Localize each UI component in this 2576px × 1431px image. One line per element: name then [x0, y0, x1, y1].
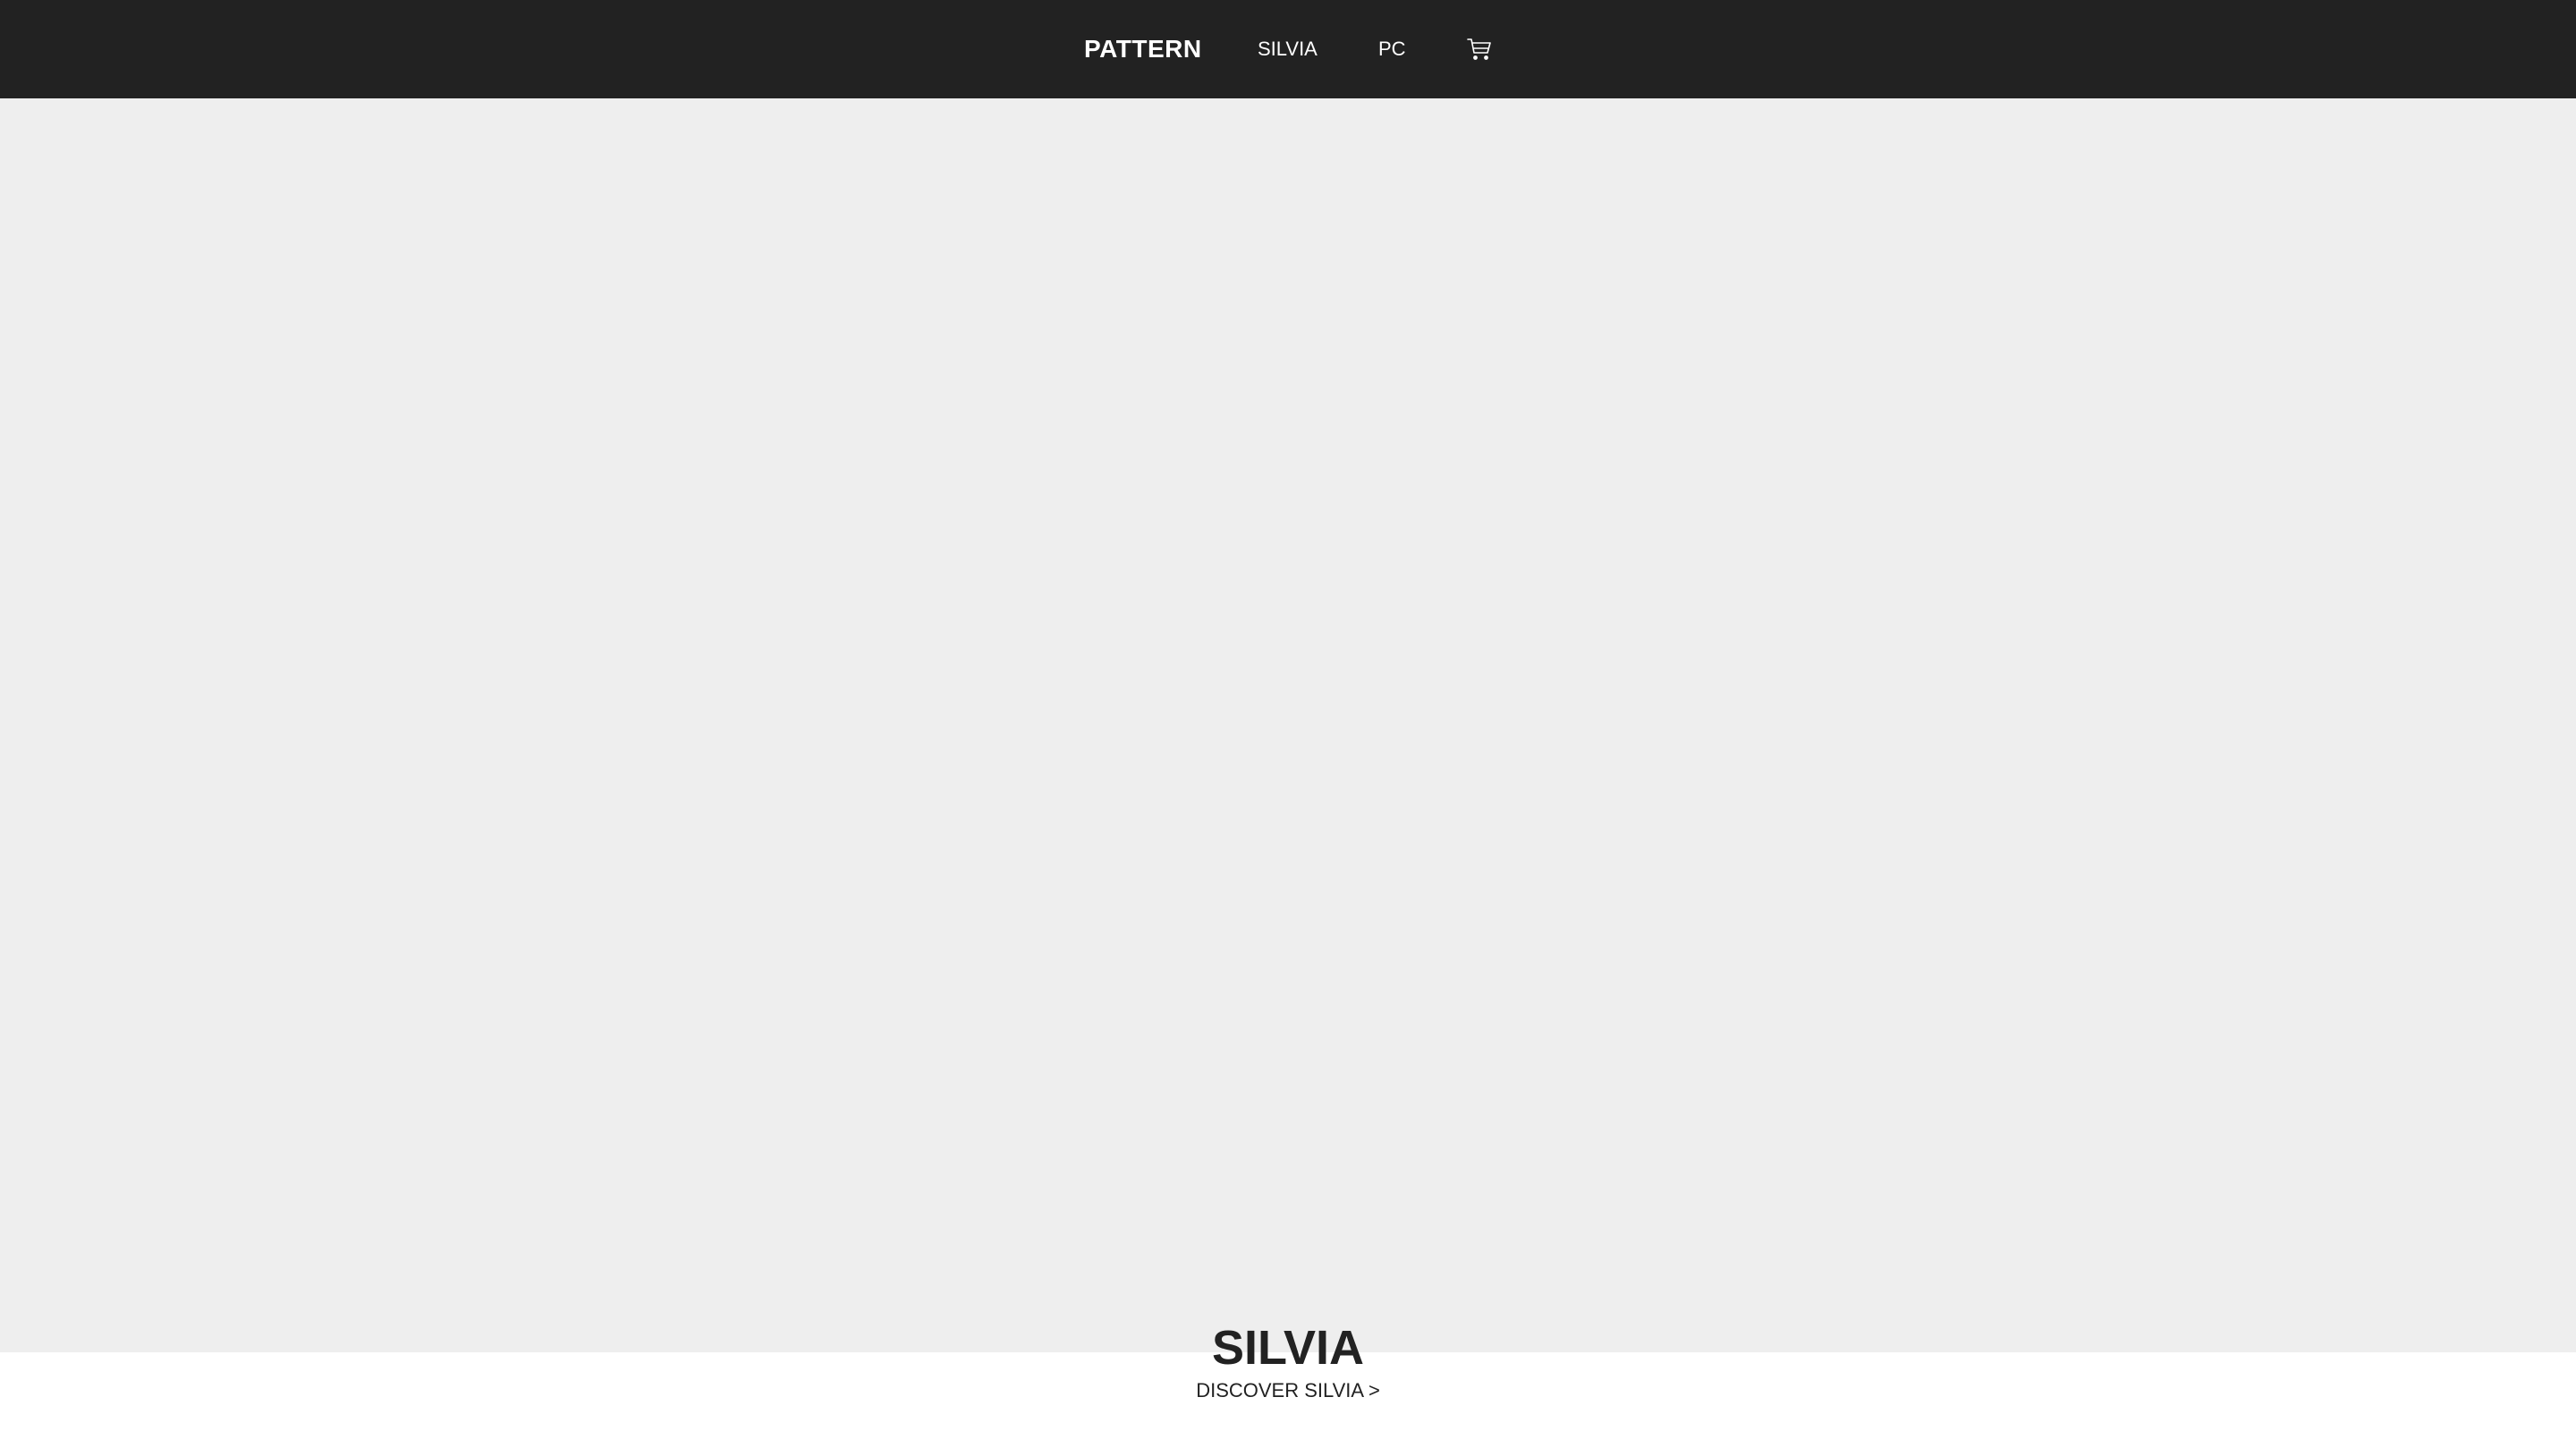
shopping-cart-icon[interactable] — [1465, 0, 1496, 98]
top-navigation-bar: PATTERN SILVIA PC — [0, 0, 2576, 98]
brand-logo-link[interactable]: PATTERN — [1084, 0, 1202, 98]
hero-banner: SILVIA DISCOVER SILVIA > — [0, 98, 2576, 1401]
discover-silvia-link[interactable]: DISCOVER SILVIA > — [0, 1381, 2576, 1401]
nav-link-silvia[interactable]: SILVIA — [1258, 0, 1318, 98]
nav-link-pc[interactable]: PC — [1378, 0, 1406, 98]
hero-title: SILVIA — [1211, 1321, 1364, 1375]
